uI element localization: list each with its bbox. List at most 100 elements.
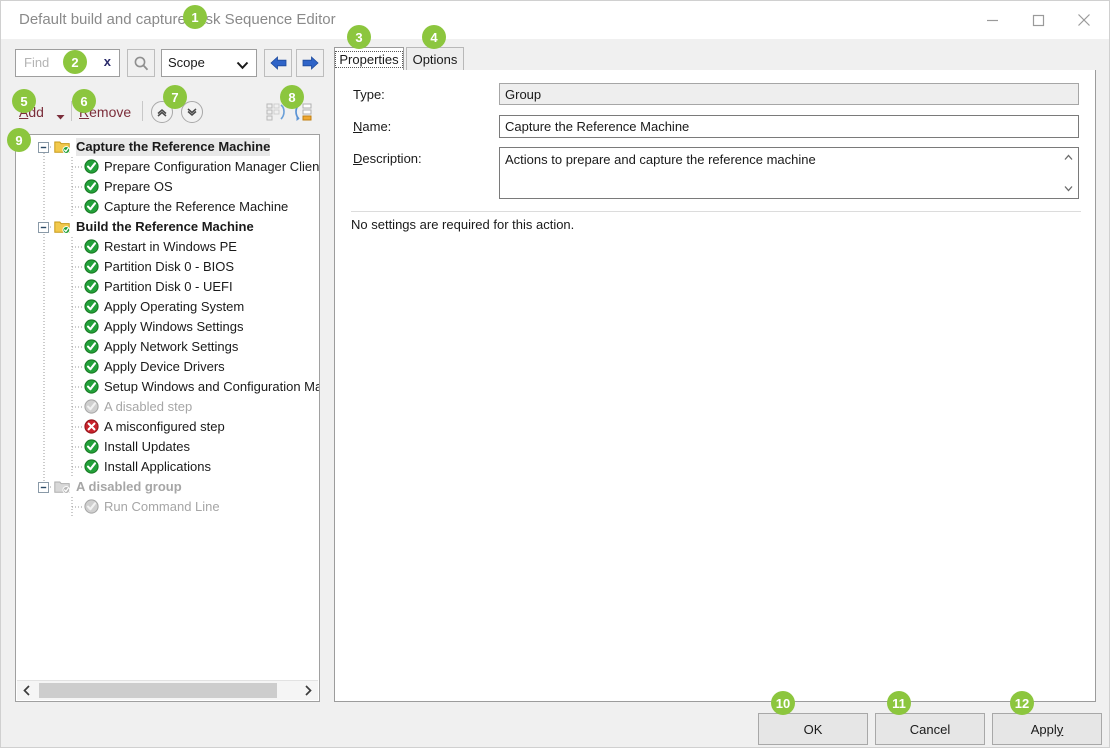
tree-node-label: Partition Disk 0 - BIOS xyxy=(104,258,234,276)
tree-expander[interactable] xyxy=(38,481,49,496)
status-ok-icon xyxy=(84,299,99,314)
tab-properties-label: Properties xyxy=(335,51,402,68)
tree-node[interactable]: Partition Disk 0 - UEFI xyxy=(16,277,319,297)
tree-node[interactable]: A disabled group xyxy=(16,477,319,497)
type-label: Type: xyxy=(353,87,385,102)
tree-node[interactable]: Install Updates xyxy=(16,437,319,457)
title-bar: Default build and capture Task Sequence … xyxy=(1,1,1109,39)
tree-node-label: Capture the Reference Machine xyxy=(76,138,270,156)
tree-node[interactable]: Capture the Reference Machine xyxy=(16,137,319,157)
step-status-icon xyxy=(84,499,99,517)
status-ok-icon xyxy=(84,279,99,294)
maximize-button[interactable] xyxy=(1015,1,1061,39)
tab-strip: Properties Options xyxy=(334,47,1096,71)
step-status-icon xyxy=(84,339,99,357)
name-label: Name: xyxy=(353,119,391,134)
scrollbar-thumb[interactable] xyxy=(39,683,277,698)
tab-options-label: Options xyxy=(413,52,458,67)
description-scroll-up-button[interactable] xyxy=(1060,149,1077,166)
clear-find-button[interactable]: x xyxy=(104,54,111,69)
tree-node[interactable]: Setup Windows and Configuration Mar xyxy=(16,377,319,397)
close-icon xyxy=(1077,13,1091,27)
folder-icon xyxy=(54,219,71,234)
tree-rows[interactable]: Capture the Reference Machine Prepare Con… xyxy=(16,137,319,679)
tree-node-label: Install Applications xyxy=(104,458,211,476)
description-value: Actions to prepare and capture the refer… xyxy=(505,152,816,167)
step-status-icon xyxy=(84,379,99,397)
tree-node[interactable]: A misconfigured step xyxy=(16,417,319,437)
tree-node[interactable]: Apply Network Settings xyxy=(16,337,319,357)
scroll-down-icon xyxy=(1064,185,1073,192)
ok-button[interactable]: OK xyxy=(758,713,868,745)
ok-label: OK xyxy=(804,722,823,737)
description-accel: D xyxy=(353,151,362,166)
tree-node-label: Restart in Windows PE xyxy=(104,238,237,256)
tree-node[interactable]: Build the Reference Machine xyxy=(16,217,319,237)
magnifier-icon xyxy=(133,55,150,72)
tree-node-label: Prepare Configuration Manager Client xyxy=(104,158,319,176)
apply-label: Apply xyxy=(1031,722,1064,737)
status-error-icon xyxy=(84,419,99,434)
step-status-icon xyxy=(84,459,99,477)
cancel-label: Cancel xyxy=(910,722,950,737)
scroll-right-button[interactable] xyxy=(298,681,318,700)
cancel-button[interactable]: Cancel xyxy=(875,713,985,745)
name-accel: N xyxy=(353,119,362,134)
navigate-forward-button[interactable] xyxy=(296,49,324,77)
section-divider xyxy=(351,211,1081,212)
scope-dropdown[interactable]: Scope xyxy=(161,49,257,77)
tree-node[interactable]: Prepare Configuration Manager Client xyxy=(16,157,319,177)
tree-node-label: Setup Windows and Configuration Mar xyxy=(104,378,319,396)
minimize-button[interactable] xyxy=(969,1,1015,39)
window-controls xyxy=(969,1,1107,39)
tree-node[interactable]: Prepare OS xyxy=(16,177,319,197)
scroll-left-button[interactable] xyxy=(17,681,37,700)
tree-node-label: Apply Network Settings xyxy=(104,338,238,356)
tree-node[interactable]: Run Command Line xyxy=(16,497,319,517)
tab-options[interactable]: Options xyxy=(406,47,464,71)
step-status-icon xyxy=(84,299,99,317)
step-status-icon xyxy=(84,279,99,297)
callout-11: 11 xyxy=(887,691,911,715)
tree-node[interactable]: Restart in Windows PE xyxy=(16,237,319,257)
step-status-icon xyxy=(84,439,99,457)
description-scrollbar[interactable] xyxy=(1060,149,1077,197)
tree-node[interactable]: Apply Device Drivers xyxy=(16,357,319,377)
find-placeholder: Find xyxy=(24,55,49,70)
scope-selected-value: Scope xyxy=(168,55,205,70)
collapse-expander-icon xyxy=(38,142,49,153)
callout-10: 10 xyxy=(771,691,795,715)
add-caret-icon[interactable] xyxy=(56,109,65,124)
tree-node[interactable]: Apply Windows Settings xyxy=(16,317,319,337)
status-ok-icon xyxy=(84,179,99,194)
folder-icon xyxy=(54,479,71,494)
step-status-icon xyxy=(84,159,99,177)
tree-node-label: Partition Disk 0 - UEFI xyxy=(104,278,233,296)
task-sequence-tree[interactable]: Capture the Reference Machine Prepare Con… xyxy=(15,134,320,702)
callout-3: 3 xyxy=(347,25,371,49)
description-textarea[interactable]: Actions to prepare and capture the refer… xyxy=(499,147,1079,199)
tree-node-label: A disabled group xyxy=(76,478,182,496)
search-button[interactable] xyxy=(127,49,155,77)
status-ok-icon xyxy=(84,199,99,214)
tree-node[interactable]: Install Applications xyxy=(16,457,319,477)
arrow-left-icon xyxy=(269,55,288,71)
navigate-back-button[interactable] xyxy=(264,49,292,77)
description-scroll-down-button[interactable] xyxy=(1060,180,1077,197)
tree-node[interactable]: A disabled step xyxy=(16,397,319,417)
tree-expander[interactable] xyxy=(38,221,49,236)
tab-properties[interactable]: Properties xyxy=(334,47,404,71)
group-folder-icon xyxy=(54,479,71,497)
callout-4: 4 xyxy=(422,25,446,49)
chevron-down-icon xyxy=(236,58,249,73)
tree-horizontal-scrollbar[interactable] xyxy=(17,680,318,700)
tree-node[interactable]: Capture the Reference Machine xyxy=(16,197,319,217)
close-button[interactable] xyxy=(1061,1,1107,39)
apply-accel: y xyxy=(1057,722,1064,737)
name-input[interactable]: Capture the Reference Machine xyxy=(499,115,1079,138)
apply-button[interactable]: Apply xyxy=(992,713,1102,745)
tree-node[interactable]: Apply Operating System xyxy=(16,297,319,317)
tree-expander[interactable] xyxy=(38,141,49,156)
remove-label-rest: emove xyxy=(89,104,131,120)
tree-node[interactable]: Partition Disk 0 - BIOS xyxy=(16,257,319,277)
